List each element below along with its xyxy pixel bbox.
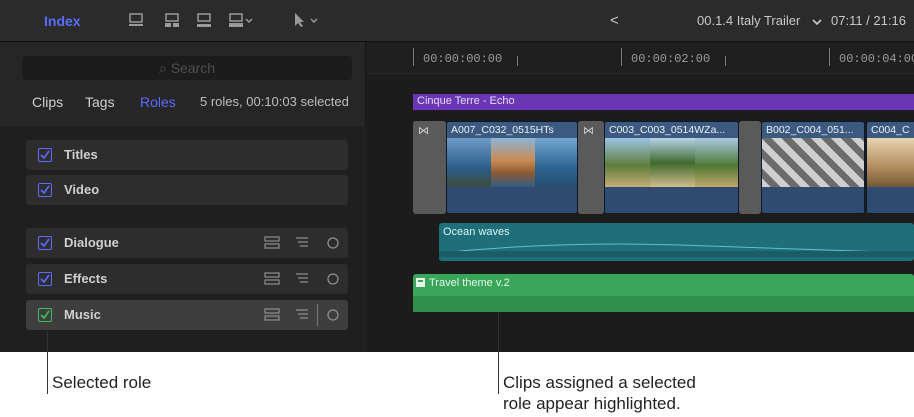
roles-list: Titles Video Dialogue Effects Music [0, 126, 366, 352]
ruler-timecode: 00:00:04:00 [839, 52, 914, 66]
insert-clip-icon[interactable] [164, 12, 180, 33]
video-clip[interactable]: A007_C032_0515HTs [446, 121, 578, 214]
search-input[interactable]: ⌕ Search [22, 56, 352, 80]
storyline-bar[interactable]: Cinque Terre - Echo [413, 94, 914, 110]
effects-audio-clip[interactable]: Ocean waves [439, 223, 914, 261]
clip-thumbnail [867, 138, 914, 188]
music-clip[interactable]: Travel theme v.2 [413, 274, 914, 312]
video-clip[interactable]: C003_C003_0514WZa... [604, 121, 739, 214]
role-label: Effects [64, 271, 108, 286]
audio-waveform [413, 296, 914, 312]
ruler-timecode: 00:00:02:00 [631, 52, 711, 66]
ruler-tick [829, 48, 830, 66]
subroles-icon[interactable] [294, 308, 310, 325]
transition-icon: ⋈ [418, 125, 429, 137]
role-music[interactable]: Music [26, 300, 348, 330]
clip-name: A007_C032_0515HTs [451, 124, 554, 136]
subroles-icon[interactable] [294, 236, 310, 253]
clip-name: C004_C [871, 124, 910, 136]
role-dialogue[interactable]: Dialogue [26, 228, 348, 258]
highlight-callout: Clips assigned a selected role appear hi… [503, 372, 696, 414]
lanes-icon[interactable] [264, 272, 280, 289]
role-label: Dialogue [64, 235, 119, 250]
lanes-icon[interactable] [264, 308, 280, 325]
highlight-callout-line1: Clips assigned a selected [503, 373, 696, 392]
selected-role-callout: Selected role [52, 373, 152, 392]
clip-name: B002_C004_051... [766, 124, 854, 136]
timecode-display: 07:11 / 21:16 [831, 13, 906, 28]
timeline-index-panel: ⌕ Search Clips Tags Roles 5 roles, 00:10… [0, 42, 366, 352]
clip-thumbnail [695, 138, 738, 188]
clip-thumbnail [762, 138, 864, 188]
role-label: Titles [64, 147, 98, 162]
role-label: Music [64, 307, 101, 322]
clip-thumbnail [650, 138, 695, 188]
clip-thumbnail [491, 138, 535, 188]
transition-icon: ⋈ [583, 125, 594, 137]
clip-thumbnail [535, 138, 577, 188]
lanes-icon[interactable] [264, 236, 280, 253]
focus-icon[interactable] [326, 308, 340, 325]
clip-thumbnail [605, 138, 650, 188]
callout-line [47, 332, 48, 394]
tab-roles[interactable]: Roles [140, 94, 176, 110]
audio-waveform [605, 187, 738, 213]
tab-tags[interactable]: Tags [85, 94, 115, 110]
index-button[interactable]: Index [44, 13, 81, 29]
role-effects[interactable]: Effects [26, 264, 348, 294]
search-placeholder: ⌕ Search [158, 60, 216, 76]
storyline-label: Cinque Terre - Echo [417, 95, 515, 107]
select-tool-icon[interactable] [292, 12, 322, 33]
role-label: Video [64, 182, 100, 197]
transition[interactable]: ⋈ [578, 121, 604, 214]
role-checkbox[interactable] [38, 308, 52, 322]
divider [317, 304, 318, 326]
clip-name: C003_C003_0514WZa... [609, 124, 726, 136]
subroles-icon[interactable] [294, 272, 310, 289]
tab-clips[interactable]: Clips [32, 94, 63, 110]
time-ruler[interactable]: 00:00:00:00 00:00:02:00 00:00:04:00 [367, 42, 914, 74]
role-checkbox[interactable] [38, 236, 52, 250]
ruler-tick [725, 56, 726, 66]
final-cut-window: Index < 00.1.4 Italy Trailer 07:11 / 21:… [0, 0, 914, 352]
ruler-tick [621, 48, 622, 66]
music-clip-icon [416, 278, 425, 290]
audio-waveform [867, 187, 914, 213]
role-titles[interactable]: Titles [26, 140, 348, 170]
transition[interactable]: ⋈ [413, 121, 446, 214]
audio-waveform [439, 243, 914, 257]
back-arrow-icon[interactable]: < [610, 12, 619, 29]
focus-icon[interactable] [326, 272, 340, 289]
roles-summary: 5 roles, 00:10:03 selected [200, 94, 349, 109]
append-clip-icon[interactable] [128, 12, 144, 33]
callout-line [498, 312, 499, 394]
focus-icon[interactable] [326, 236, 340, 253]
video-clip[interactable]: C004_C [866, 121, 914, 214]
clip-name: Travel theme v.2 [429, 277, 510, 289]
overwrite-clip-icon[interactable] [228, 12, 254, 33]
audio-waveform [762, 187, 864, 213]
role-checkbox[interactable] [38, 272, 52, 286]
connect-clip-icon[interactable] [196, 12, 212, 33]
audio-waveform [447, 187, 577, 213]
ruler-tick [413, 48, 414, 66]
chevron-down-icon[interactable] [812, 14, 822, 32]
video-clip[interactable]: B002_C004_051... [761, 121, 865, 214]
highlight-callout-line2: role appear highlighted. [503, 394, 681, 413]
clip-thumbnail [447, 138, 491, 188]
ruler-tick [517, 56, 518, 66]
transition[interactable] [739, 121, 761, 214]
role-checkbox[interactable] [38, 148, 52, 162]
role-video[interactable]: Video [26, 175, 348, 205]
ruler-timecode: 00:00:00:00 [423, 52, 503, 66]
toolbar: Index < 00.1.4 Italy Trailer 07:11 / 21:… [0, 0, 914, 42]
role-checkbox[interactable] [38, 183, 52, 197]
project-name[interactable]: 00.1.4 Italy Trailer [697, 13, 800, 28]
